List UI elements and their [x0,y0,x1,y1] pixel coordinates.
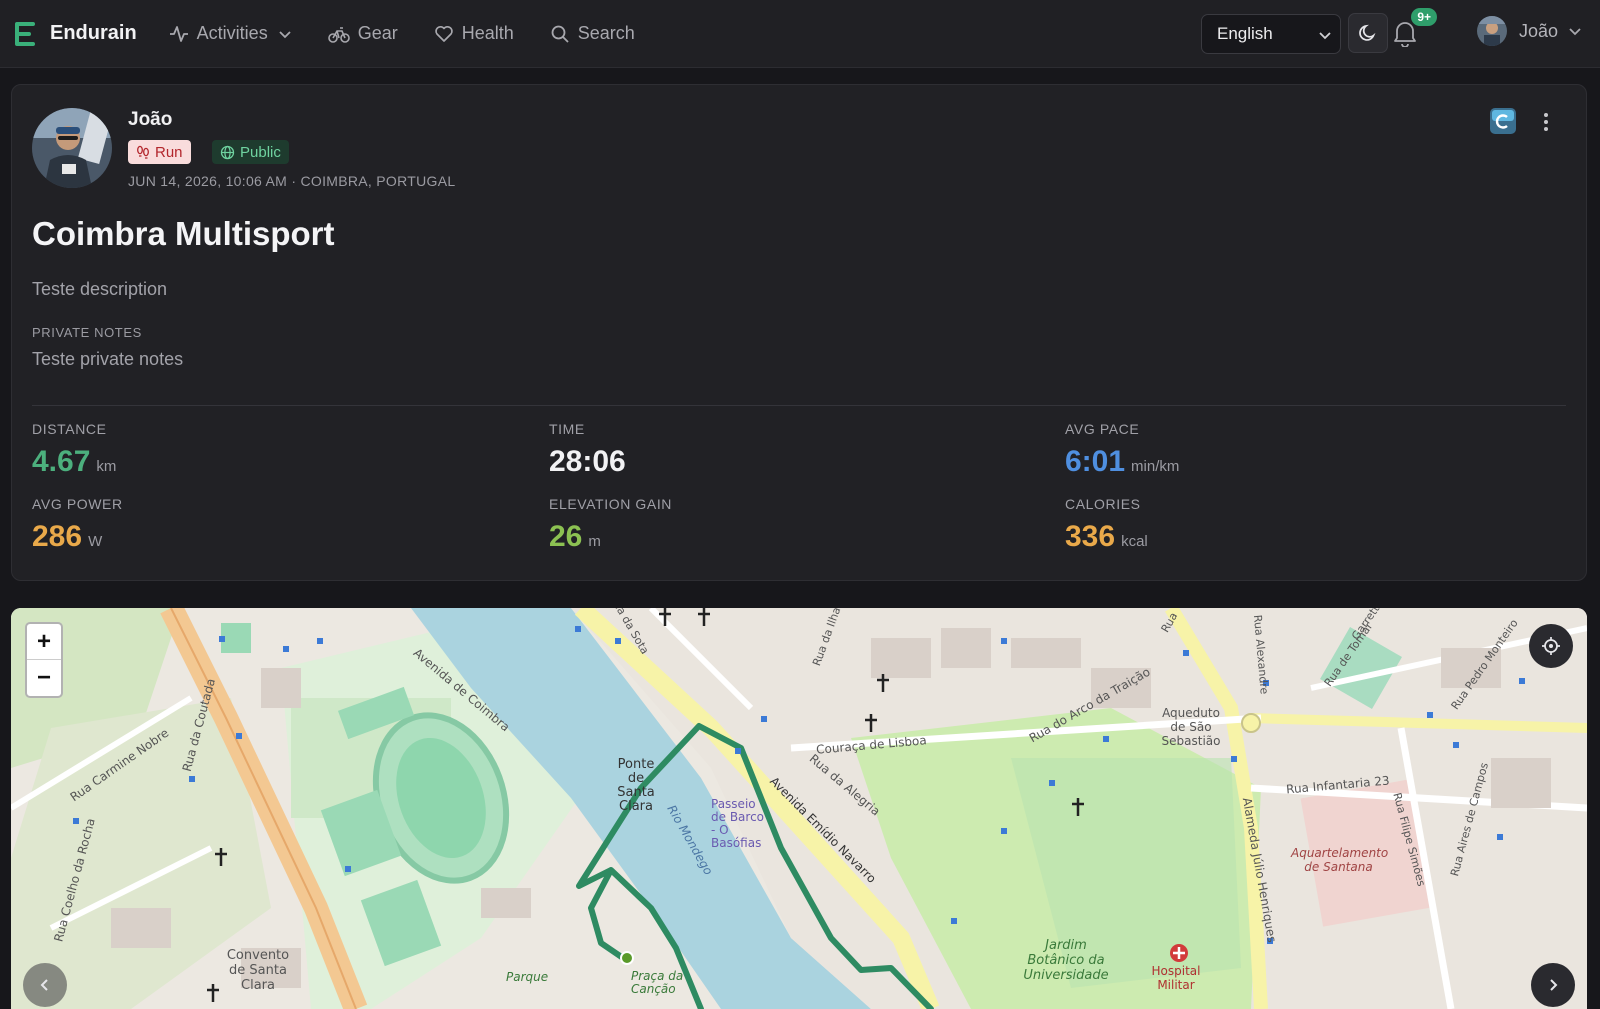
stat-avg-power: AVG POWER 286 W [32,496,123,554]
chevron-down-icon [1319,32,1331,40]
stat-value: 4.67 [32,445,91,478]
stat-label: CALORIES [1065,496,1141,512]
chevron-right-icon [1550,979,1558,991]
activity-description: Teste description [32,279,168,299]
chevron-down-icon [279,30,291,38]
activity-title: Coimbra Multisport [32,215,335,252]
stat-label: ELEVATION GAIN [549,496,673,512]
nav-search-label: Search [577,23,635,43]
stat-unit: m [588,533,601,550]
stat-unit: min/km [1131,458,1180,475]
bike-icon [327,26,350,43]
nav-health[interactable]: Health [416,14,532,54]
nav-search[interactable]: Search [532,14,653,54]
stat-value: 26 [549,520,583,553]
stat-unit: kcal [1121,533,1148,550]
search-icon [551,25,569,43]
activity-icon [169,25,188,42]
user-name: João [1518,20,1558,41]
stat-value: 336 [1065,520,1116,553]
brand-name: Endurain [50,22,137,44]
map-label: Parque [506,970,549,984]
private-notes-label: PRIVATE NOTES [32,325,142,340]
previous-button[interactable] [23,963,67,1007]
moon-icon [1359,24,1376,41]
locate-button[interactable] [1529,624,1573,668]
nav-activities-label: Activities [196,23,268,43]
map-label: Aqueduto de São Sebastião [1161,706,1221,748]
footprints-icon [137,145,149,159]
stat-value: 286 [32,520,83,553]
language-select-value: English [1217,24,1273,43]
athlete-name[interactable]: João [128,109,172,131]
zoom-out-button[interactable]: − [27,660,61,696]
user-avatar [1476,16,1507,46]
activity-map[interactable]: Avenida de Coimbra Ponte de Santa Clara … [11,608,1587,1009]
heart-icon [434,25,453,42]
map-label: Aquartelamento de Santana [1291,846,1389,874]
map-label: Convento de Santa Clara [226,948,290,993]
next-button[interactable] [1531,963,1575,1007]
chevron-down-icon [1569,28,1581,36]
stat-elevation-gain: ELEVATION GAIN 26 m [549,496,672,554]
stat-label: AVG PACE [1065,421,1140,437]
stat-label: DISTANCE [32,421,107,437]
map-label: Passeio de Barco - O Basófias [711,797,765,850]
stat-value: 28:06 [549,445,626,478]
notifications-badge: 9+ [1411,8,1437,26]
globe-icon [220,145,235,159]
stat-calories: CALORIES 336 kcal [1065,496,1148,554]
divider [32,405,1566,406]
more-options-icon[interactable] [1536,110,1556,134]
nav-health-label: Health [461,23,514,43]
nav-gear-label: Gear [357,23,398,43]
activity-type-badge: Run [128,140,191,164]
zoom-control: + − [25,622,63,698]
stat-time: TIME 28:06 [549,421,626,479]
navbar: Endurain Activities Gear Health Search E… [0,0,1600,68]
stat-label: TIME [549,421,585,437]
stat-distance: DISTANCE 4.67 km [32,421,116,479]
stat-unit: km [96,458,117,475]
activity-type-label: Run [155,143,183,161]
private-notes-text: Teste private notes [32,349,184,369]
activity-date-location: JUN 14, 2026, 10:06 AM · COIMBRA, PORTUG… [128,173,456,189]
brand-link[interactable]: Endurain [14,21,137,46]
map-label: Hospital Militar [1151,964,1201,992]
sync-service-icon[interactable] [1490,108,1516,134]
map-label: Ponte de Santa Clara [617,757,655,814]
user-menu[interactable]: João [1476,16,1582,46]
theme-toggle-button[interactable] [1348,13,1388,53]
stat-unit: W [88,533,103,550]
stat-value: 6:01 [1065,445,1126,478]
map-label: Praça da Canção [631,969,684,996]
athlete-avatar[interactable] [32,108,112,188]
visibility-badge: Public [212,140,289,164]
zoom-in-button[interactable]: + [27,624,61,660]
map-label: Jardim Botânico da Universidade [1023,938,1109,983]
crosshair-icon [1542,637,1560,655]
stat-avg-pace: AVG PACE 6:01 min/km [1065,421,1179,479]
visibility-label: Public [240,143,281,161]
nav-activities[interactable]: Activities [151,14,310,54]
chevron-left-icon [40,979,48,991]
language-select[interactable]: English [1201,14,1341,54]
stat-label: AVG POWER [32,496,123,512]
nav-gear[interactable]: Gear [310,14,416,54]
endurain-logo-icon [15,21,35,46]
activity-summary-card: João Run Public JUN 14, 2026, 10:06 AM ·… [11,84,1587,581]
